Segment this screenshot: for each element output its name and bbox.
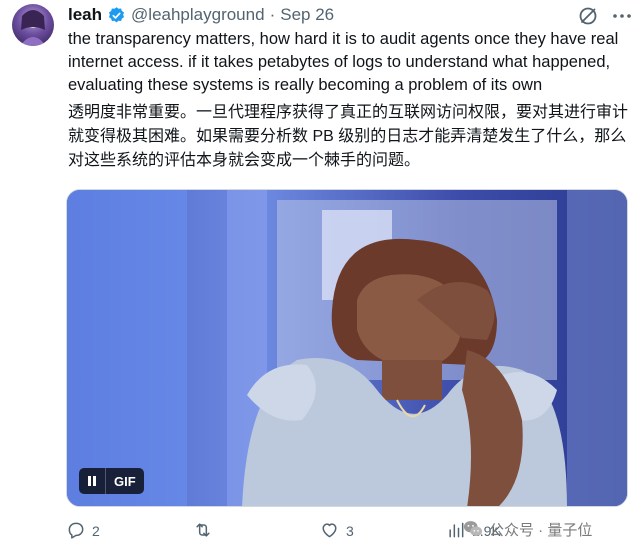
post-date[interactable]: Sep 26 bbox=[280, 5, 334, 25]
gif-frame-image bbox=[67, 190, 627, 506]
handle[interactable]: @leahplayground bbox=[131, 5, 265, 25]
more-dots-icon[interactable] bbox=[612, 8, 632, 29]
pause-icon[interactable] bbox=[79, 468, 106, 494]
heart-icon bbox=[319, 520, 340, 543]
watermark-text: 公众号 · 量子位 bbox=[489, 521, 593, 539]
like-count: 3 bbox=[346, 523, 354, 539]
tweet-text: the transparency matters, how hard it is… bbox=[68, 30, 619, 94]
separator-dot: · bbox=[269, 5, 276, 24]
gif-label: GIF bbox=[114, 473, 136, 489]
verified-badge-icon bbox=[107, 6, 126, 25]
repost-icon bbox=[192, 520, 214, 543]
tweet-translation: 透明度非常重要。一旦代理程序获得了真正的互联网访问权限，要对其进行审计就变得极其… bbox=[68, 104, 629, 169]
reply-button[interactable]: 2 bbox=[66, 520, 100, 542]
reply-icon bbox=[66, 520, 86, 543]
wechat-icon bbox=[462, 519, 484, 539]
reply-count: 2 bbox=[92, 523, 100, 539]
like-button[interactable]: 3 bbox=[319, 520, 354, 542]
avatar[interactable] bbox=[12, 4, 54, 46]
watermark: 公众号 · 量子位 bbox=[462, 516, 592, 542]
gif-badge[interactable]: GIF bbox=[79, 468, 144, 494]
avatar-image bbox=[20, 10, 46, 46]
gif-media[interactable]: GIF bbox=[66, 189, 628, 507]
tweet-header: leah @leahplayground · Sep 26 bbox=[68, 4, 334, 26]
display-name[interactable]: leah bbox=[68, 5, 102, 25]
repost-button[interactable] bbox=[192, 520, 220, 542]
